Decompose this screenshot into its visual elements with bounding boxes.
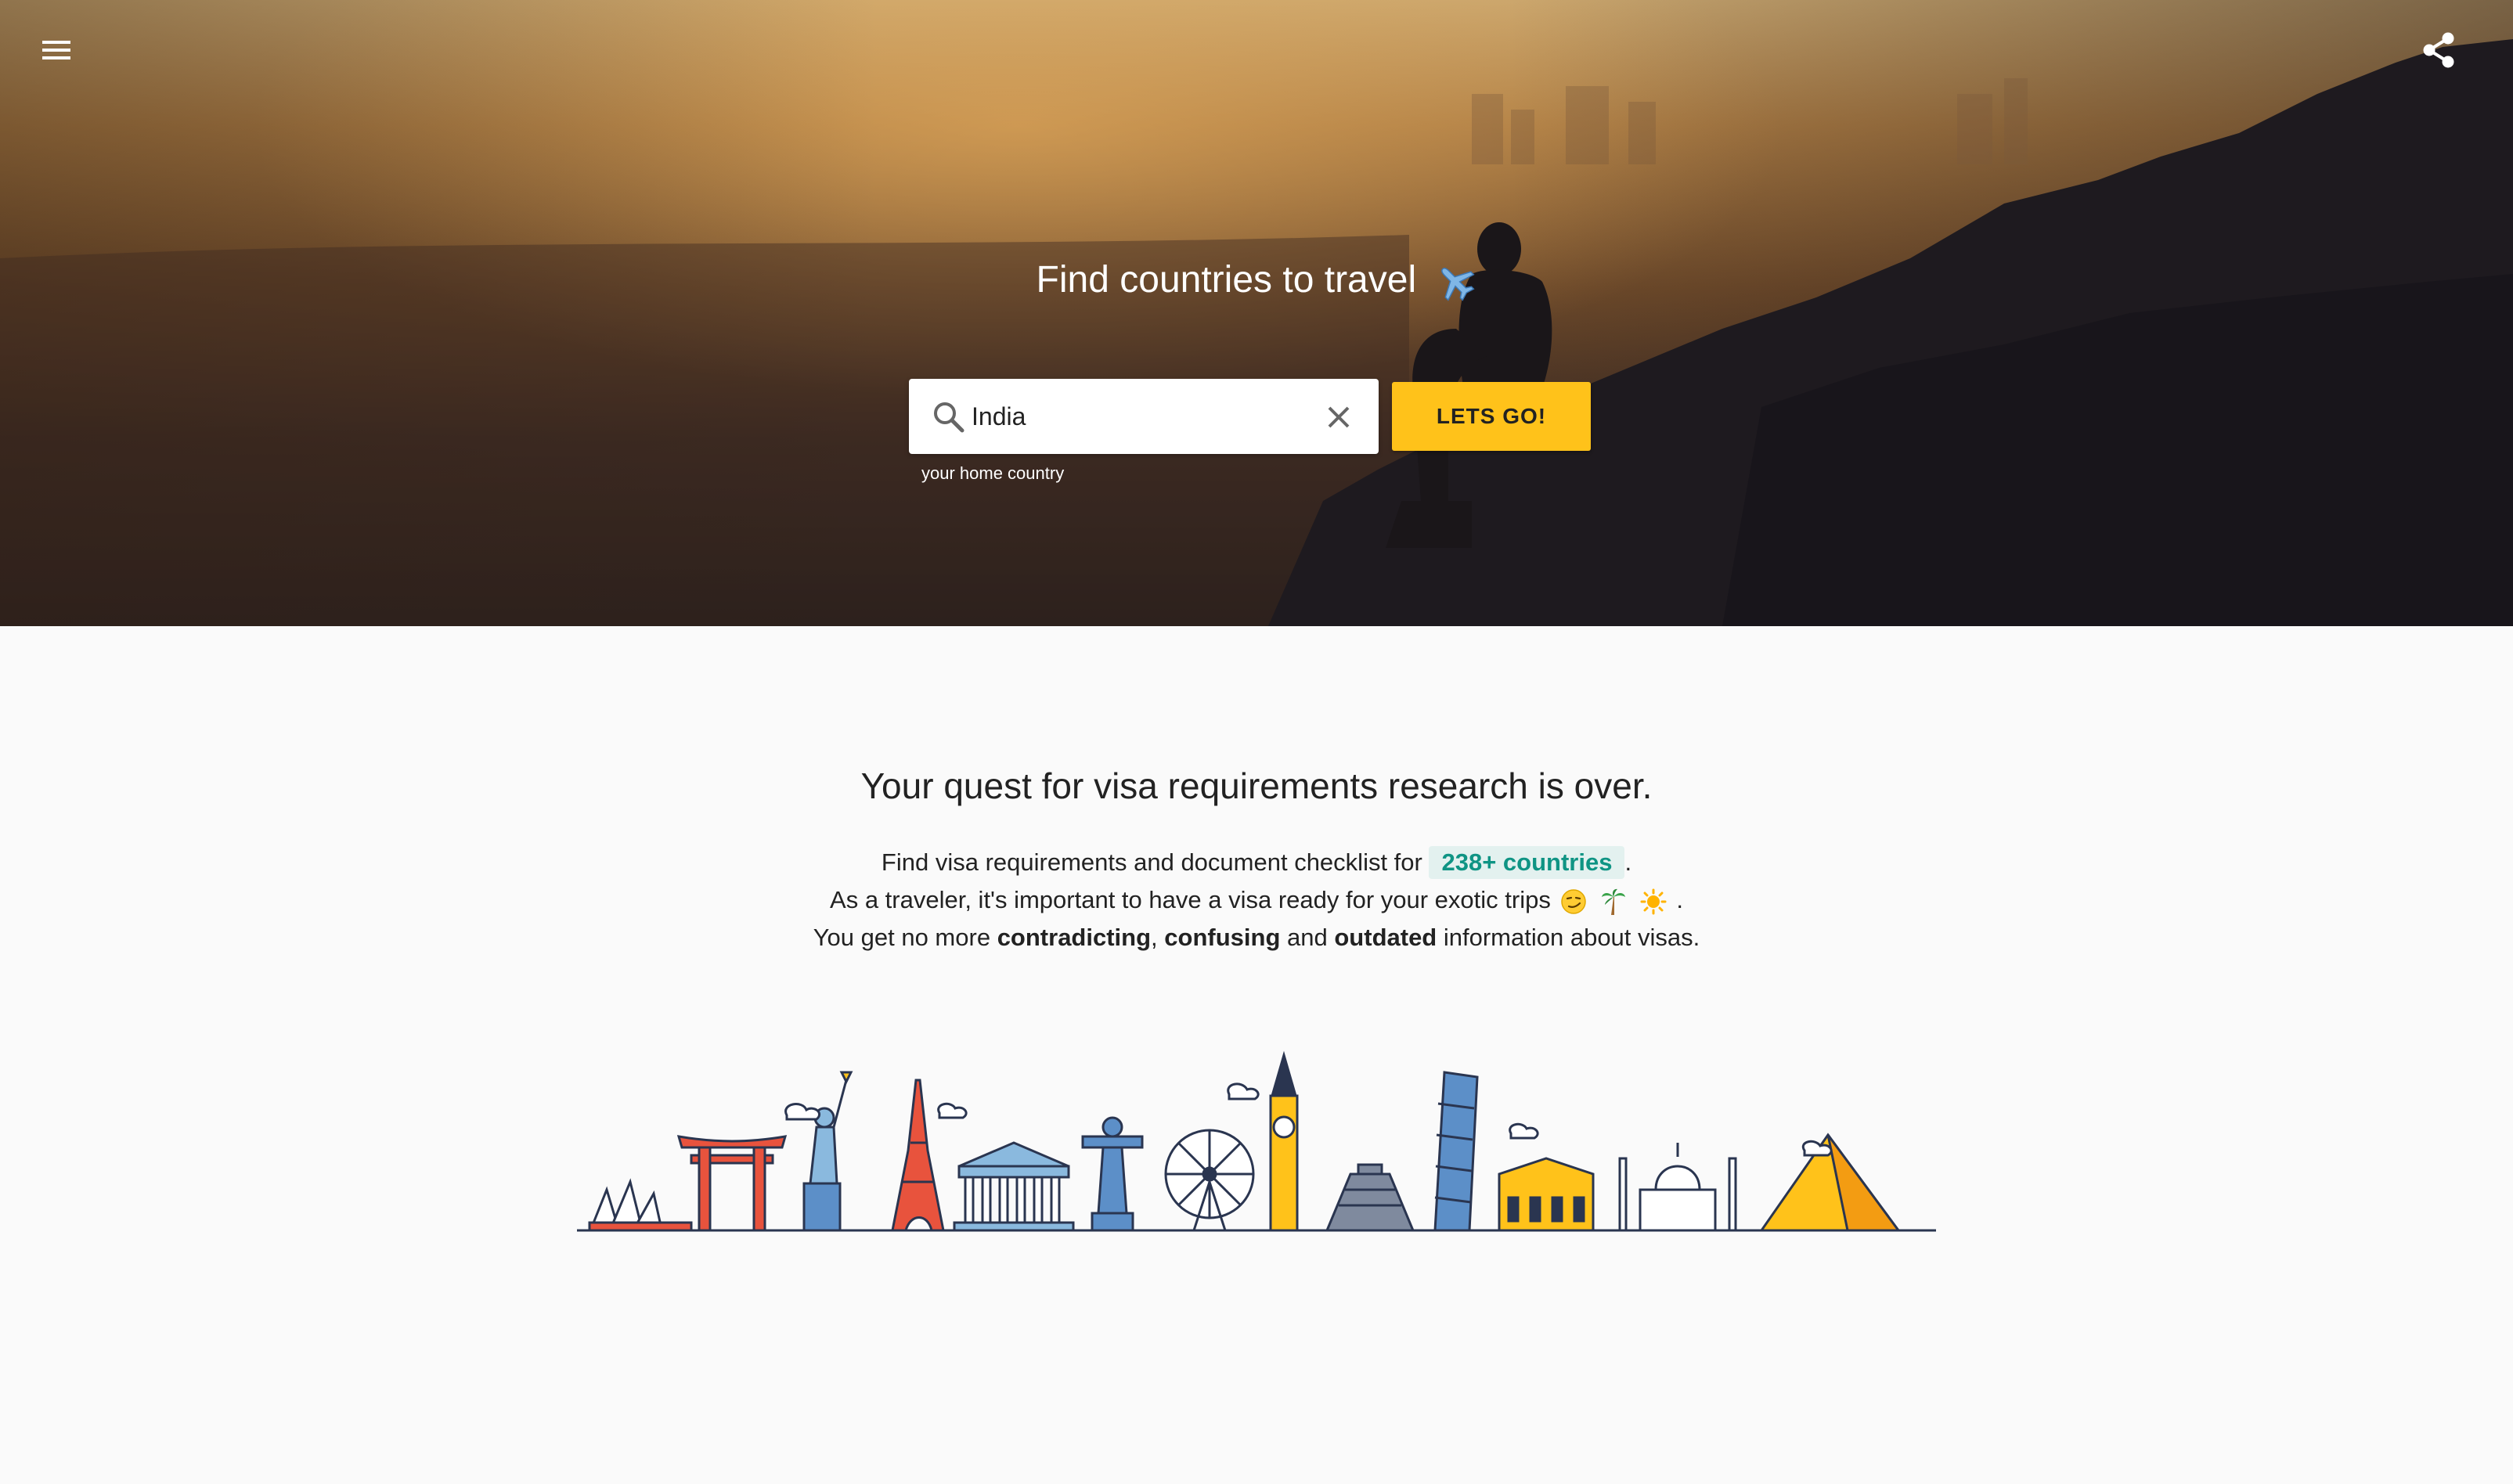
close-icon [1328, 406, 1350, 428]
smirk-emoji-icon [1561, 889, 1587, 914]
intro-headline: Your quest for visa requirements researc… [860, 765, 1653, 806]
sun-emoji-icon [1640, 888, 1667, 915]
eiffel-tower-icon [891, 1079, 945, 1232]
intro-line-1-text: Find visa requirements and document chec… [881, 848, 1422, 876]
home-country-input[interactable] [972, 393, 1285, 440]
countries-count-badge: 238+ countries [1429, 846, 1625, 879]
christ-the-redeemer-icon [1081, 1116, 1144, 1232]
clouds-decoration [784, 1082, 1833, 1157]
intro-line-3-text: You get no more [813, 924, 991, 951]
taj-mahal-icon [1618, 1143, 1737, 1232]
intro-line-1: Find visa requirements and document chec… [0, 844, 2513, 881]
intro-line-2-suffix: . [1676, 886, 1683, 913]
torii-gate-icon [676, 1135, 788, 1232]
search-hint-label: your home country [921, 463, 1065, 483]
hero-title: Find countries to travel [0, 252, 2513, 308]
confusing-word: confusing [1164, 924, 1281, 951]
intro-line-3-suffix: information about visas. [1443, 924, 1700, 951]
colosseum-icon [1498, 1157, 1595, 1232]
parthenon-icon [953, 1141, 1075, 1232]
intro-line-3: You get no more contradicting, confusing… [0, 919, 2513, 956]
intro-line-2-text: As a traveler, it's important to have a … [830, 886, 1551, 913]
statue-of-liberty-icon [802, 1071, 853, 1232]
search-icon [934, 402, 964, 433]
country-search-box[interactable] [909, 379, 1379, 454]
world-landmarks-illustration [577, 1050, 1936, 1232]
lets-go-button[interactable]: LETS GO! [1392, 382, 1591, 451]
leaning-tower-pisa-icon [1433, 1071, 1479, 1232]
hero-title-text: Find countries to travel [1036, 259, 1417, 301]
airplane-icon [1441, 268, 1476, 301]
intro-line-3-and: and [1287, 924, 1328, 951]
intro-line-3-comma: , [1151, 924, 1158, 951]
share-icon [2423, 32, 2454, 68]
intro-description: Find visa requirements and document chec… [0, 844, 2513, 956]
big-ben-icon [1269, 1050, 1299, 1232]
share-button[interactable] [2413, 27, 2464, 74]
hero-background-photo [0, 39, 2513, 626]
contradicting-word: contradicting [997, 924, 1152, 951]
intro-line-1-suffix: . [1624, 848, 1632, 876]
london-eye-icon [1164, 1129, 1255, 1231]
sydney-opera-house-icon [588, 1178, 693, 1232]
hero-banner: Find countries to travel your home count… [0, 0, 2513, 626]
mayan-pyramid-icon [1325, 1163, 1415, 1232]
hamburger-menu-icon [42, 41, 70, 59]
intro-line-2: As a traveler, it's important to have a … [0, 881, 2513, 919]
clear-search-button[interactable] [1318, 396, 1360, 438]
outdated-word: outdated [1334, 924, 1437, 951]
palm-tree-emoji-icon [1602, 888, 1626, 915]
menu-button[interactable] [31, 28, 81, 72]
